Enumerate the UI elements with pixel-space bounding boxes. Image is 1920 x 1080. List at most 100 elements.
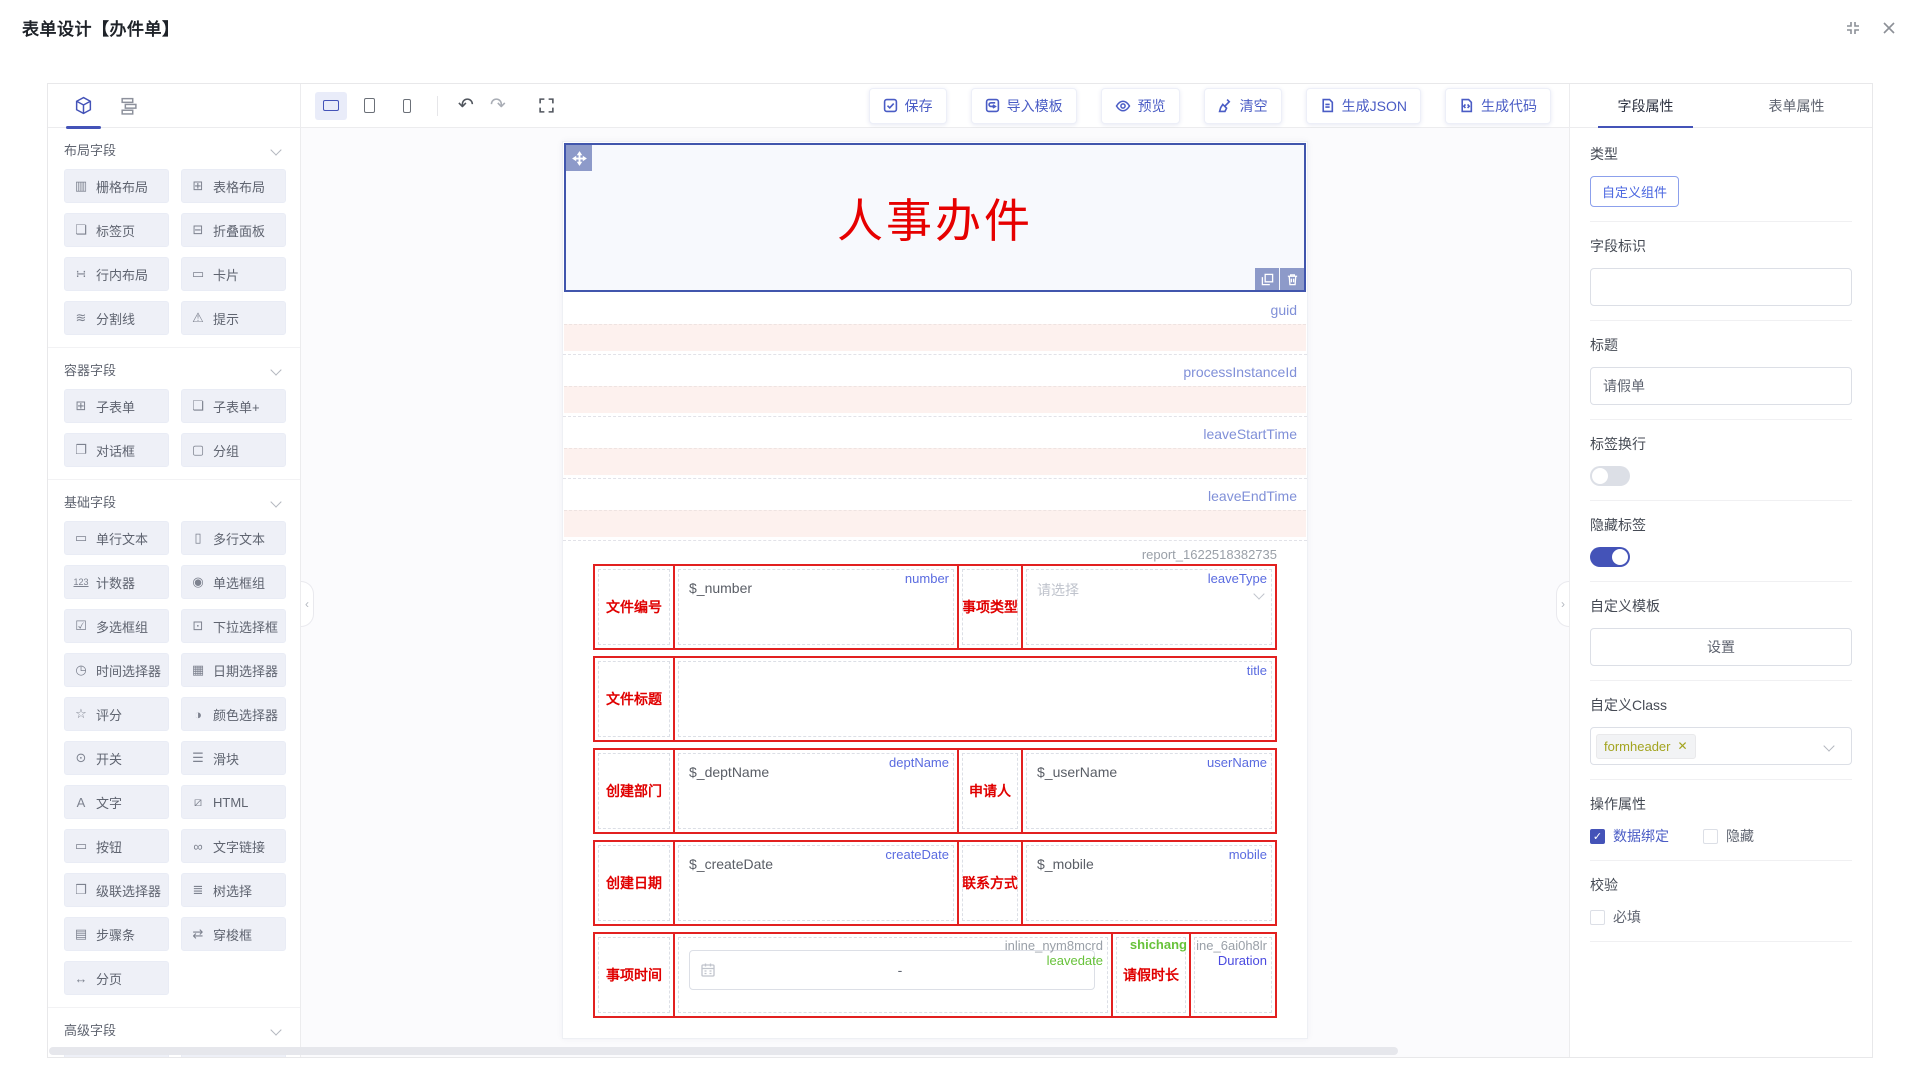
clear-button[interactable]: 清空 bbox=[1204, 88, 1282, 124]
device-phone-icon[interactable] bbox=[391, 92, 423, 120]
palette-item-标签页[interactable]: ❏标签页 bbox=[64, 213, 169, 247]
palette-item-步骤条[interactable]: ▤步骤条 bbox=[64, 917, 169, 951]
device-desktop-icon[interactable] bbox=[315, 92, 347, 120]
palette-item-文字[interactable]: A文字 bbox=[64, 785, 169, 819]
palette-item-icon: ▭ bbox=[73, 838, 89, 854]
hide-label-toggle[interactable] bbox=[1590, 547, 1630, 567]
json-button[interactable]: 生成JSON bbox=[1306, 88, 1421, 124]
hidden-checkbox[interactable]: 隐藏 bbox=[1703, 826, 1754, 846]
redo-icon[interactable]: ↷ bbox=[484, 96, 512, 115]
chevron-down-icon[interactable] bbox=[270, 496, 281, 507]
palette-item-label: 树选择 bbox=[213, 881, 252, 900]
palette-item-icon: ◉ bbox=[190, 574, 206, 590]
remove-class-icon[interactable]: ✕ bbox=[1677, 739, 1687, 753]
input-field-cell[interactable]: $_mobilemobile bbox=[1021, 842, 1275, 924]
palette-item-子表单+[interactable]: ❏子表单+ bbox=[181, 389, 286, 423]
palette-item-颜色选择器[interactable]: ◑颜色选择器 bbox=[181, 697, 286, 731]
palette-item-行内布局[interactable]: ∺行内布局 bbox=[64, 257, 169, 291]
palette-item-开关[interactable]: ⊙开关 bbox=[64, 741, 169, 775]
palette-item-分页[interactable]: ↔分页 bbox=[64, 961, 169, 995]
palette-item-HTML[interactable]: ⧄HTML bbox=[181, 785, 286, 819]
palette-item-日期选择器[interactable]: ▦日期选择器 bbox=[181, 653, 286, 687]
palette-item-分割线[interactable]: ≋分割线 bbox=[64, 301, 169, 335]
chevron-down-icon[interactable] bbox=[270, 1024, 281, 1035]
undo-icon[interactable]: ↶ bbox=[452, 96, 480, 115]
palette-item-按钮[interactable]: ▭按钮 bbox=[64, 829, 169, 863]
label-wrap-toggle[interactable] bbox=[1590, 466, 1630, 486]
input-field-cell[interactable]: $_numbernumber bbox=[673, 566, 957, 648]
device-tablet-icon[interactable] bbox=[353, 92, 385, 120]
hidden-field-processInstanceId[interactable]: processInstanceId bbox=[563, 355, 1307, 417]
close-icon[interactable] bbox=[1880, 19, 1898, 37]
input-field-cell[interactable]: $_createDatecreateDate bbox=[673, 842, 957, 924]
collapse-inspector-handle[interactable]: › bbox=[1556, 581, 1569, 627]
form-header-component-selected[interactable]: 人事办件 bbox=[564, 143, 1306, 292]
palette-item-卡片[interactable]: ▭卡片 bbox=[181, 257, 286, 291]
title-input[interactable] bbox=[1590, 367, 1852, 405]
inline-ref-label: ine_6ai0h8lr bbox=[1196, 938, 1267, 953]
palette-item-时间选择器[interactable]: ◷时间选择器 bbox=[64, 653, 169, 687]
field-label-cell[interactable]: 联系方式 bbox=[957, 842, 1021, 924]
field-label-cell[interactable]: 创建日期 bbox=[595, 842, 673, 924]
palette-item-多选框组[interactable]: ☑多选框组 bbox=[64, 609, 169, 643]
field-label-cell[interactable]: 文件编号 bbox=[595, 566, 673, 648]
fullscreen-icon[interactable] bbox=[538, 97, 555, 114]
duration-field-cell[interactable]: ine_6ai0h8lrDuration bbox=[1189, 934, 1275, 1016]
required-checkbox[interactable]: 必填 bbox=[1590, 907, 1852, 927]
palette-item-单选框组[interactable]: ◉单选框组 bbox=[181, 565, 286, 599]
palette-item-折叠面板[interactable]: ⊟折叠面板 bbox=[181, 213, 286, 247]
tab-field-properties[interactable]: 字段属性 bbox=[1570, 84, 1721, 127]
palette-item-穿梭框[interactable]: ⇄穿梭框 bbox=[181, 917, 286, 951]
import-button[interactable]: 导入模板 bbox=[971, 88, 1077, 124]
chevron-down-icon[interactable] bbox=[270, 144, 281, 155]
select-field-cell[interactable]: 请选择leaveType bbox=[1021, 566, 1275, 648]
copy-component-icon[interactable] bbox=[1255, 268, 1279, 290]
palette-item-树选择[interactable]: ≣树选择 bbox=[181, 873, 286, 907]
tab-form-properties[interactable]: 表单属性 bbox=[1721, 84, 1872, 127]
code-button[interactable]: 生成代码 bbox=[1445, 88, 1551, 124]
tab-components-cube-icon[interactable] bbox=[74, 84, 93, 128]
save-button[interactable]: 保存 bbox=[869, 88, 947, 124]
field-name-tag: userName bbox=[1207, 755, 1267, 770]
move-handle-icon[interactable] bbox=[566, 145, 592, 171]
horizontal-scrollbar[interactable] bbox=[49, 1047, 1398, 1055]
hidden-field-leaveEndTime[interactable]: leaveEndTime bbox=[563, 479, 1307, 541]
field-label-cell[interactable]: 创建部门 bbox=[595, 750, 673, 832]
field-label-cell[interactable]: 事项时间 bbox=[595, 934, 673, 1016]
data-binding-checkbox[interactable]: ✓ 数据绑定 bbox=[1590, 826, 1669, 846]
palette-item-对话框[interactable]: ❐对话框 bbox=[64, 433, 169, 467]
field-id-input[interactable] bbox=[1590, 268, 1852, 306]
field-label-cell[interactable]: 文件标题 bbox=[595, 658, 673, 740]
input-field-cell[interactable]: $_userNameuserName bbox=[1021, 750, 1275, 832]
tab-outline-tree-icon[interactable] bbox=[119, 84, 138, 128]
palette-item-评分[interactable]: ☆评分 bbox=[64, 697, 169, 731]
custom-class-select[interactable]: formheader ✕ bbox=[1590, 727, 1852, 765]
hidden-field-guid[interactable]: guid bbox=[563, 293, 1307, 355]
palette-item-下拉选择框[interactable]: ⊡下拉选择框 bbox=[181, 609, 286, 643]
settings-button[interactable]: 设置 bbox=[1590, 628, 1852, 666]
palette-item-级联选择器[interactable]: ❒级联选择器 bbox=[64, 873, 169, 907]
preview-button[interactable]: 预览 bbox=[1101, 88, 1180, 124]
chevron-down-icon[interactable] bbox=[270, 364, 281, 375]
hidden-field-leaveStartTime[interactable]: leaveStartTime bbox=[563, 417, 1307, 479]
palette-item-文字链接[interactable]: ∞文字链接 bbox=[181, 829, 286, 863]
type-tag-custom-component[interactable]: 自定义组件 bbox=[1590, 176, 1679, 207]
daterange-field-cell[interactable]: inline_nym8mcrdleavedate- bbox=[673, 934, 1111, 1016]
palette-item-栅格布局[interactable]: ▥栅格布局 bbox=[64, 169, 169, 203]
palette-item-子表单[interactable]: ⊞子表单 bbox=[64, 389, 169, 423]
palette-item-分组[interactable]: ▢分组 bbox=[181, 433, 286, 467]
palette-item-单行文本[interactable]: ▭单行文本 bbox=[64, 521, 169, 555]
delete-component-icon[interactable] bbox=[1280, 268, 1304, 290]
palette-item-提示[interactable]: ⚠提示 bbox=[181, 301, 286, 335]
field-label-cell[interactable]: 请假时长shichang bbox=[1111, 934, 1189, 1016]
input-field-cell[interactable]: $_deptNamedeptName bbox=[673, 750, 957, 832]
palette-item-滑块[interactable]: ☰滑块 bbox=[181, 741, 286, 775]
palette-item-计数器[interactable]: 123计数器 bbox=[64, 565, 169, 599]
collapse-palette-handle[interactable]: ‹ bbox=[301, 581, 314, 627]
palette-item-表格布局[interactable]: ⊞表格布局 bbox=[181, 169, 286, 203]
palette-item-多行文本[interactable]: ▯多行文本 bbox=[181, 521, 286, 555]
field-label-cell[interactable]: 事项类型 bbox=[957, 566, 1021, 648]
input-field-cell[interactable]: title bbox=[673, 658, 1275, 740]
compress-icon[interactable] bbox=[1844, 19, 1862, 37]
field-label-cell[interactable]: 申请人 bbox=[957, 750, 1021, 832]
